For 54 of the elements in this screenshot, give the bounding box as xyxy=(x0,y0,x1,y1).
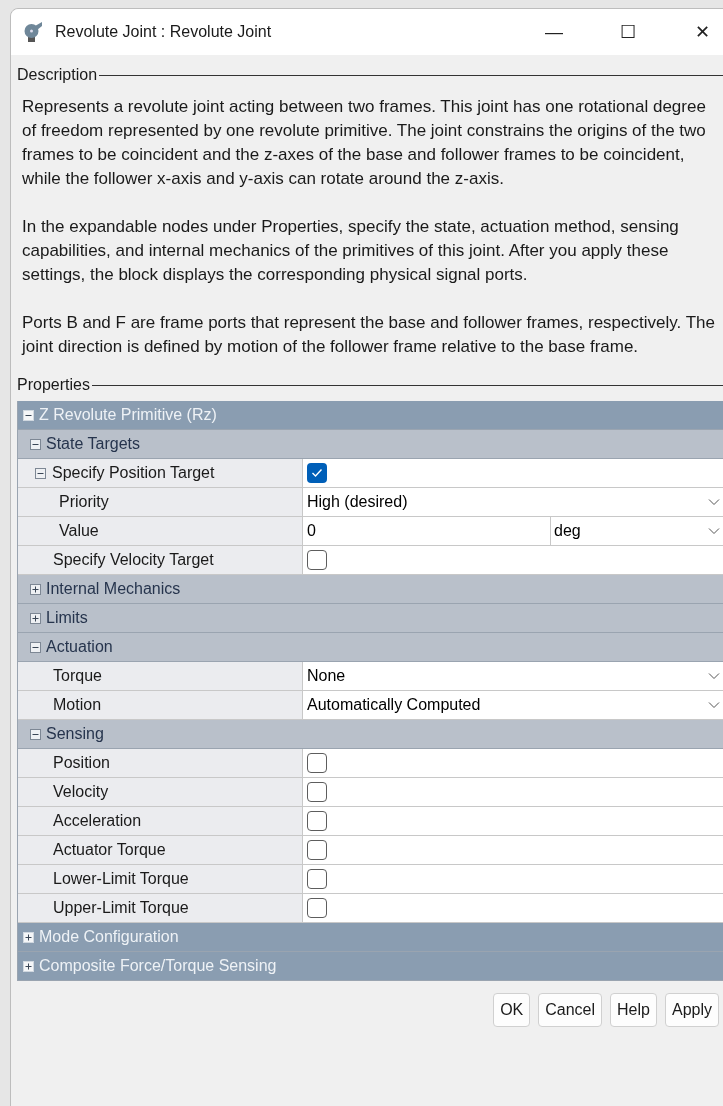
group-label: State Targets xyxy=(46,434,140,454)
property-label: Specify Velocity Target xyxy=(53,550,214,570)
checkbox[interactable] xyxy=(307,811,327,831)
collapse-icon[interactable] xyxy=(35,467,46,479)
close-button[interactable]: ✕ xyxy=(665,9,723,55)
joint-icon xyxy=(23,21,43,43)
dialog-button[interactable]: Apply xyxy=(664,993,719,1027)
checkbox[interactable] xyxy=(307,898,327,918)
expand-icon[interactable] xyxy=(30,583,41,595)
group-label: Sensing xyxy=(46,724,104,744)
property-label: Priority xyxy=(59,492,109,512)
dialog-button[interactable]: OK xyxy=(493,993,531,1027)
property-label: Value xyxy=(59,521,99,541)
group-label: Actuation xyxy=(46,637,113,657)
property-label: Position xyxy=(53,753,110,773)
property-label: Lower-Limit Torque xyxy=(53,869,189,889)
maximize-button[interactable]: ☐ xyxy=(591,9,665,55)
group-label: Composite Force/Torque Sensing xyxy=(39,956,277,976)
collapse-icon[interactable] xyxy=(30,728,41,740)
collapse-icon[interactable] xyxy=(30,641,41,653)
group-label: Limits xyxy=(46,608,88,628)
property-label: Motion xyxy=(53,695,102,715)
tree-group-header[interactable]: Limits xyxy=(18,604,723,633)
property-label: Velocity xyxy=(53,782,109,802)
dialog-button[interactable]: Help xyxy=(610,993,657,1027)
checkbox[interactable] xyxy=(307,869,327,889)
tree-group-header[interactable]: Internal Mechanics xyxy=(18,575,723,604)
window-title: Revolute Joint : Revolute Joint xyxy=(55,22,272,42)
minimize-button[interactable]: — xyxy=(517,9,591,55)
group-label: Mode Configuration xyxy=(39,927,179,947)
description-paragraph: In the expandable nodes under Properties, specify the state, actuation method, sensing capabilities, and internal mechanics of the primitives of this joint. After you apply these settings, the block displays the corresponding physical signal ports. xyxy=(22,216,680,286)
property-label: Upper-Limit Torque xyxy=(53,898,189,918)
property-label: Acceleration xyxy=(53,811,142,831)
property-label: Specify Position Target xyxy=(52,463,215,483)
property-label: Torque xyxy=(53,666,102,686)
tree-group-header[interactable]: Actuation xyxy=(18,633,723,662)
tree-group-header[interactable]: State Targets xyxy=(18,430,723,459)
group-label: Internal Mechanics xyxy=(46,579,181,599)
check-icon xyxy=(311,468,323,478)
expand-icon[interactable] xyxy=(30,612,41,624)
section-legend: Properties xyxy=(17,373,90,397)
checkbox[interactable] xyxy=(307,550,327,570)
collapse-icon[interactable] xyxy=(30,438,41,450)
section-legend: Description xyxy=(17,63,98,87)
description-paragraph: Represents a revolute joint acting between two frames. This joint has one rotational degree of freedom represented by one revolute primitive. The joint constrains the origins of the two frames to be coincident and the z-axes of the base and follower frames to be coincident, while the follower x-axis and y-axis can rotate around the z-axis. xyxy=(22,96,707,190)
checkbox[interactable] xyxy=(307,463,327,483)
group-label: Z Revolute Primitive (Rz) xyxy=(39,405,217,425)
dialog-button[interactable]: Cancel xyxy=(538,993,603,1027)
checkbox[interactable] xyxy=(307,840,327,860)
tree-group-header[interactable]: Sensing xyxy=(18,720,723,749)
checkbox[interactable] xyxy=(307,753,327,773)
checkbox[interactable] xyxy=(307,782,327,802)
property-label: Actuator Torque xyxy=(53,840,166,860)
description-paragraph: Ports B and F are frame ports that represent the base and follower frames, respectively. The joint direction is defined by motion of the follower frame relative to the base frame. xyxy=(22,312,716,358)
